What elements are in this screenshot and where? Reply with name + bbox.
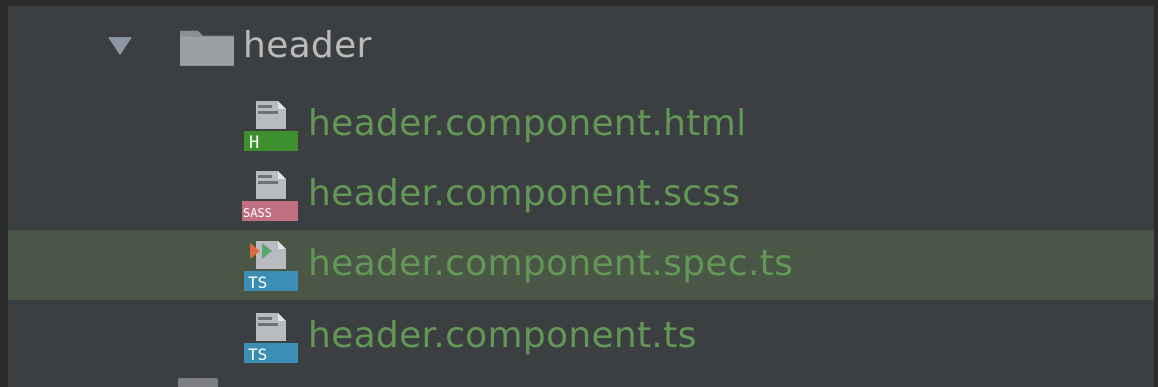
typescript-test-file-icon: TS [244, 241, 298, 292]
file-label-scss: header.component.scss [308, 172, 741, 214]
panel-left-edge [0, 0, 8, 387]
file-label-spec-ts: header.component.spec.ts [308, 242, 794, 284]
tree-file-row-spec-ts[interactable]: TS header.component.spec.ts [8, 230, 1154, 300]
next-folder-icon-peek [178, 378, 218, 387]
file-label-html: header.component.html [308, 102, 747, 144]
tree-folder-row-header[interactable]: header [8, 12, 1154, 82]
folder-label: header [243, 24, 372, 66]
html-file-icon: H [244, 101, 298, 153]
ts-badge-text: TS [248, 345, 267, 364]
file-label-ts: header.component.ts [308, 314, 697, 356]
project-tree-panel: header H header.component.html SASS head… [0, 0, 1158, 387]
chevron-down-icon[interactable] [108, 37, 132, 56]
html-badge-text: H [249, 133, 259, 153]
typescript-file-icon: TS [244, 313, 298, 364]
tree-file-row-scss[interactable]: SASS header.component.scss [8, 160, 1154, 230]
tree-file-row-html[interactable]: H header.component.html [8, 90, 1154, 160]
panel-right-edge [1154, 0, 1158, 387]
ts-badge-text: TS [248, 273, 267, 292]
folder-icon [180, 30, 234, 66]
tree-file-row-ts[interactable]: TS header.component.ts [8, 302, 1154, 372]
panel-top-edge [0, 0, 1158, 6]
sass-badge-text: SASS [243, 206, 272, 220]
sass-file-icon: SASS [242, 171, 298, 221]
